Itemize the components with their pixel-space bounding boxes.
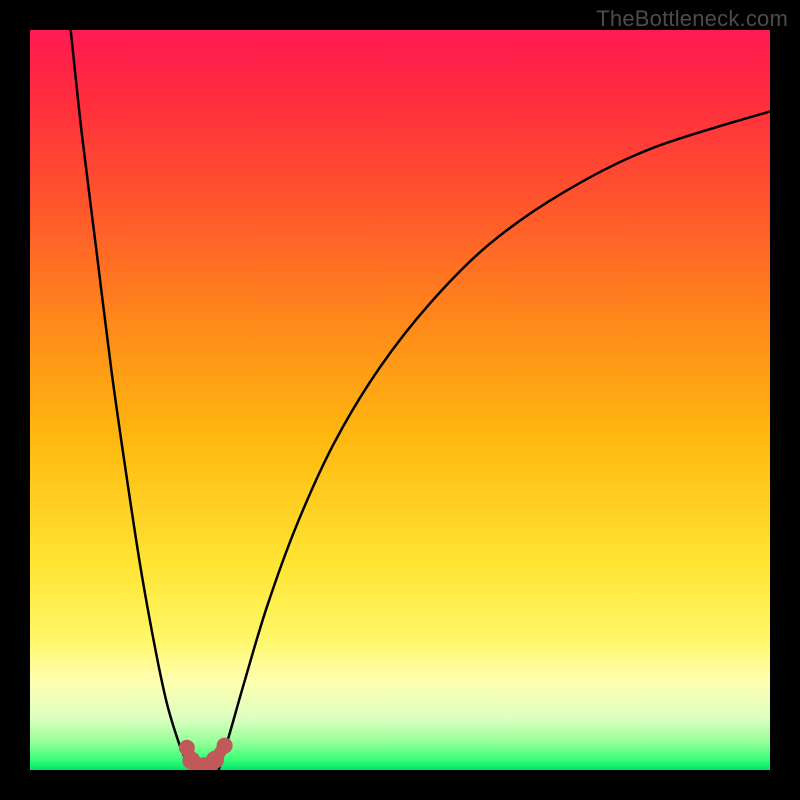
plot-area bbox=[30, 30, 770, 770]
right-curve bbox=[219, 111, 770, 770]
dip-markers bbox=[179, 738, 233, 770]
curve-layer bbox=[30, 30, 770, 770]
chart-frame: TheBottleneck.com bbox=[0, 0, 800, 800]
dip-marker bbox=[217, 738, 233, 754]
dip-marker bbox=[206, 751, 224, 769]
left-curve bbox=[71, 30, 193, 770]
watermark-text: TheBottleneck.com bbox=[596, 6, 788, 32]
